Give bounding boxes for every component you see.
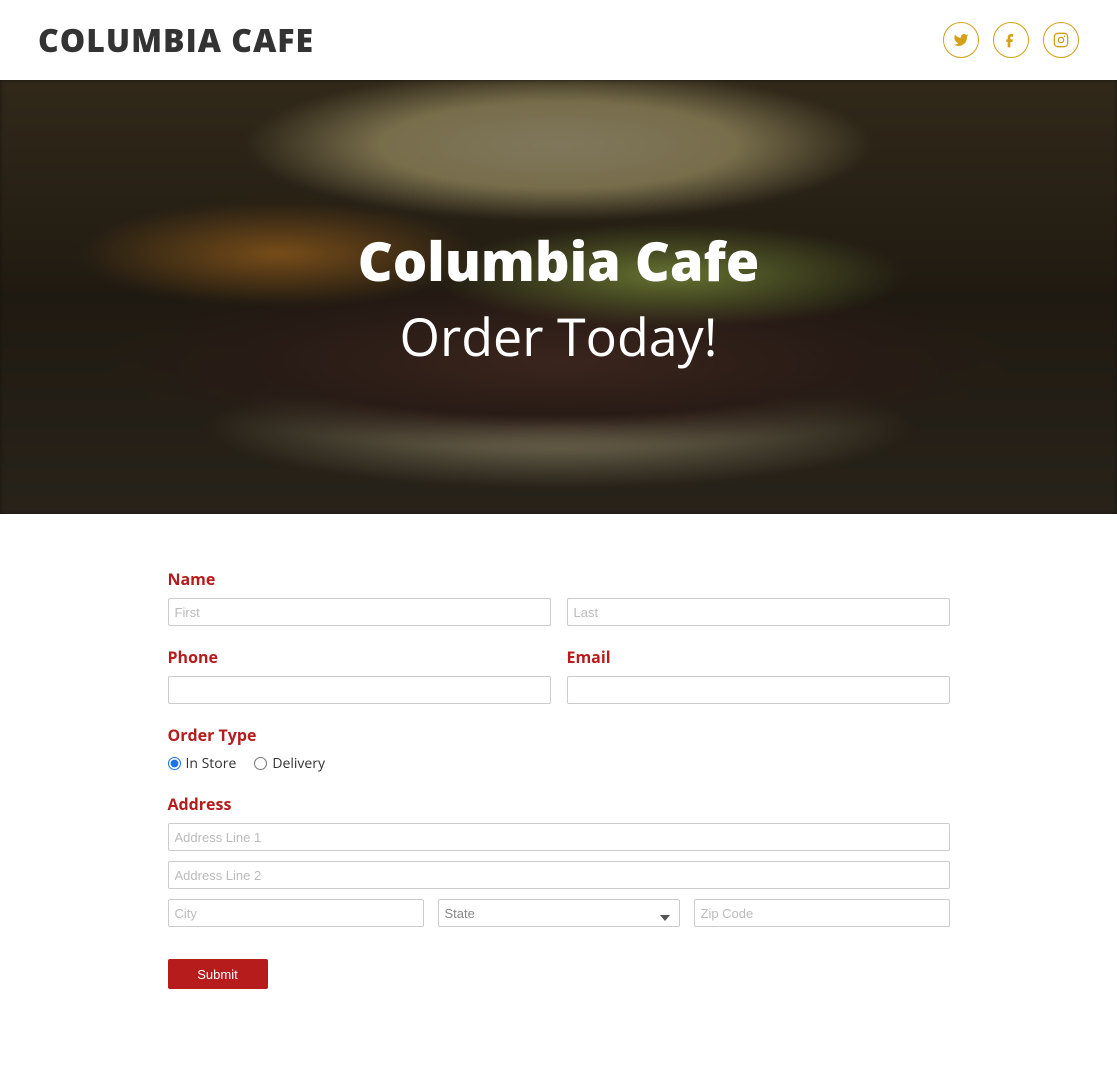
email-input[interactable]	[567, 676, 950, 704]
facebook-icon	[1003, 32, 1019, 48]
last-name-input[interactable]	[567, 598, 950, 626]
social-links	[943, 22, 1079, 58]
in-store-label: In Store	[186, 754, 237, 773]
name-spacer	[567, 568, 950, 590]
hero-title: Columbia Cafe	[358, 223, 759, 297]
email-label: Email	[567, 646, 950, 668]
hero-text: Columbia Cafe Order Today!	[358, 223, 759, 372]
twitter-link[interactable]	[943, 22, 979, 58]
hero-subtitle: Order Today!	[358, 301, 759, 372]
twitter-icon	[953, 32, 969, 48]
order-type-group: In Store Delivery	[168, 754, 950, 773]
phone-input[interactable]	[168, 676, 551, 704]
address-line1-input[interactable]	[168, 823, 950, 851]
address-label: Address	[168, 793, 950, 815]
zip-input[interactable]	[694, 899, 950, 927]
state-select-wrap: State	[438, 899, 680, 937]
in-store-radio[interactable]	[168, 757, 181, 770]
delivery-label: Delivery	[272, 754, 325, 773]
address-line2-input[interactable]	[168, 861, 950, 889]
state-select[interactable]: State	[438, 899, 680, 927]
delivery-radio[interactable]	[254, 757, 267, 770]
instagram-icon	[1053, 32, 1069, 48]
order-form: Name Phone Email Order Type In Store De	[164, 568, 954, 989]
brand-title: COLUMBIA CAFE	[38, 19, 314, 62]
phone-label: Phone	[168, 646, 551, 668]
submit-button[interactable]: Submit	[168, 959, 268, 989]
order-type-label: Order Type	[168, 724, 950, 746]
name-label: Name	[168, 568, 551, 590]
instagram-link[interactable]	[1043, 22, 1079, 58]
facebook-link[interactable]	[993, 22, 1029, 58]
hero: Columbia Cafe Order Today!	[0, 80, 1117, 514]
first-name-input[interactable]	[168, 598, 551, 626]
order-type-in-store[interactable]: In Store	[168, 754, 237, 773]
order-type-delivery[interactable]: Delivery	[254, 754, 325, 773]
city-input[interactable]	[168, 899, 424, 927]
header: COLUMBIA CAFE	[0, 0, 1117, 80]
